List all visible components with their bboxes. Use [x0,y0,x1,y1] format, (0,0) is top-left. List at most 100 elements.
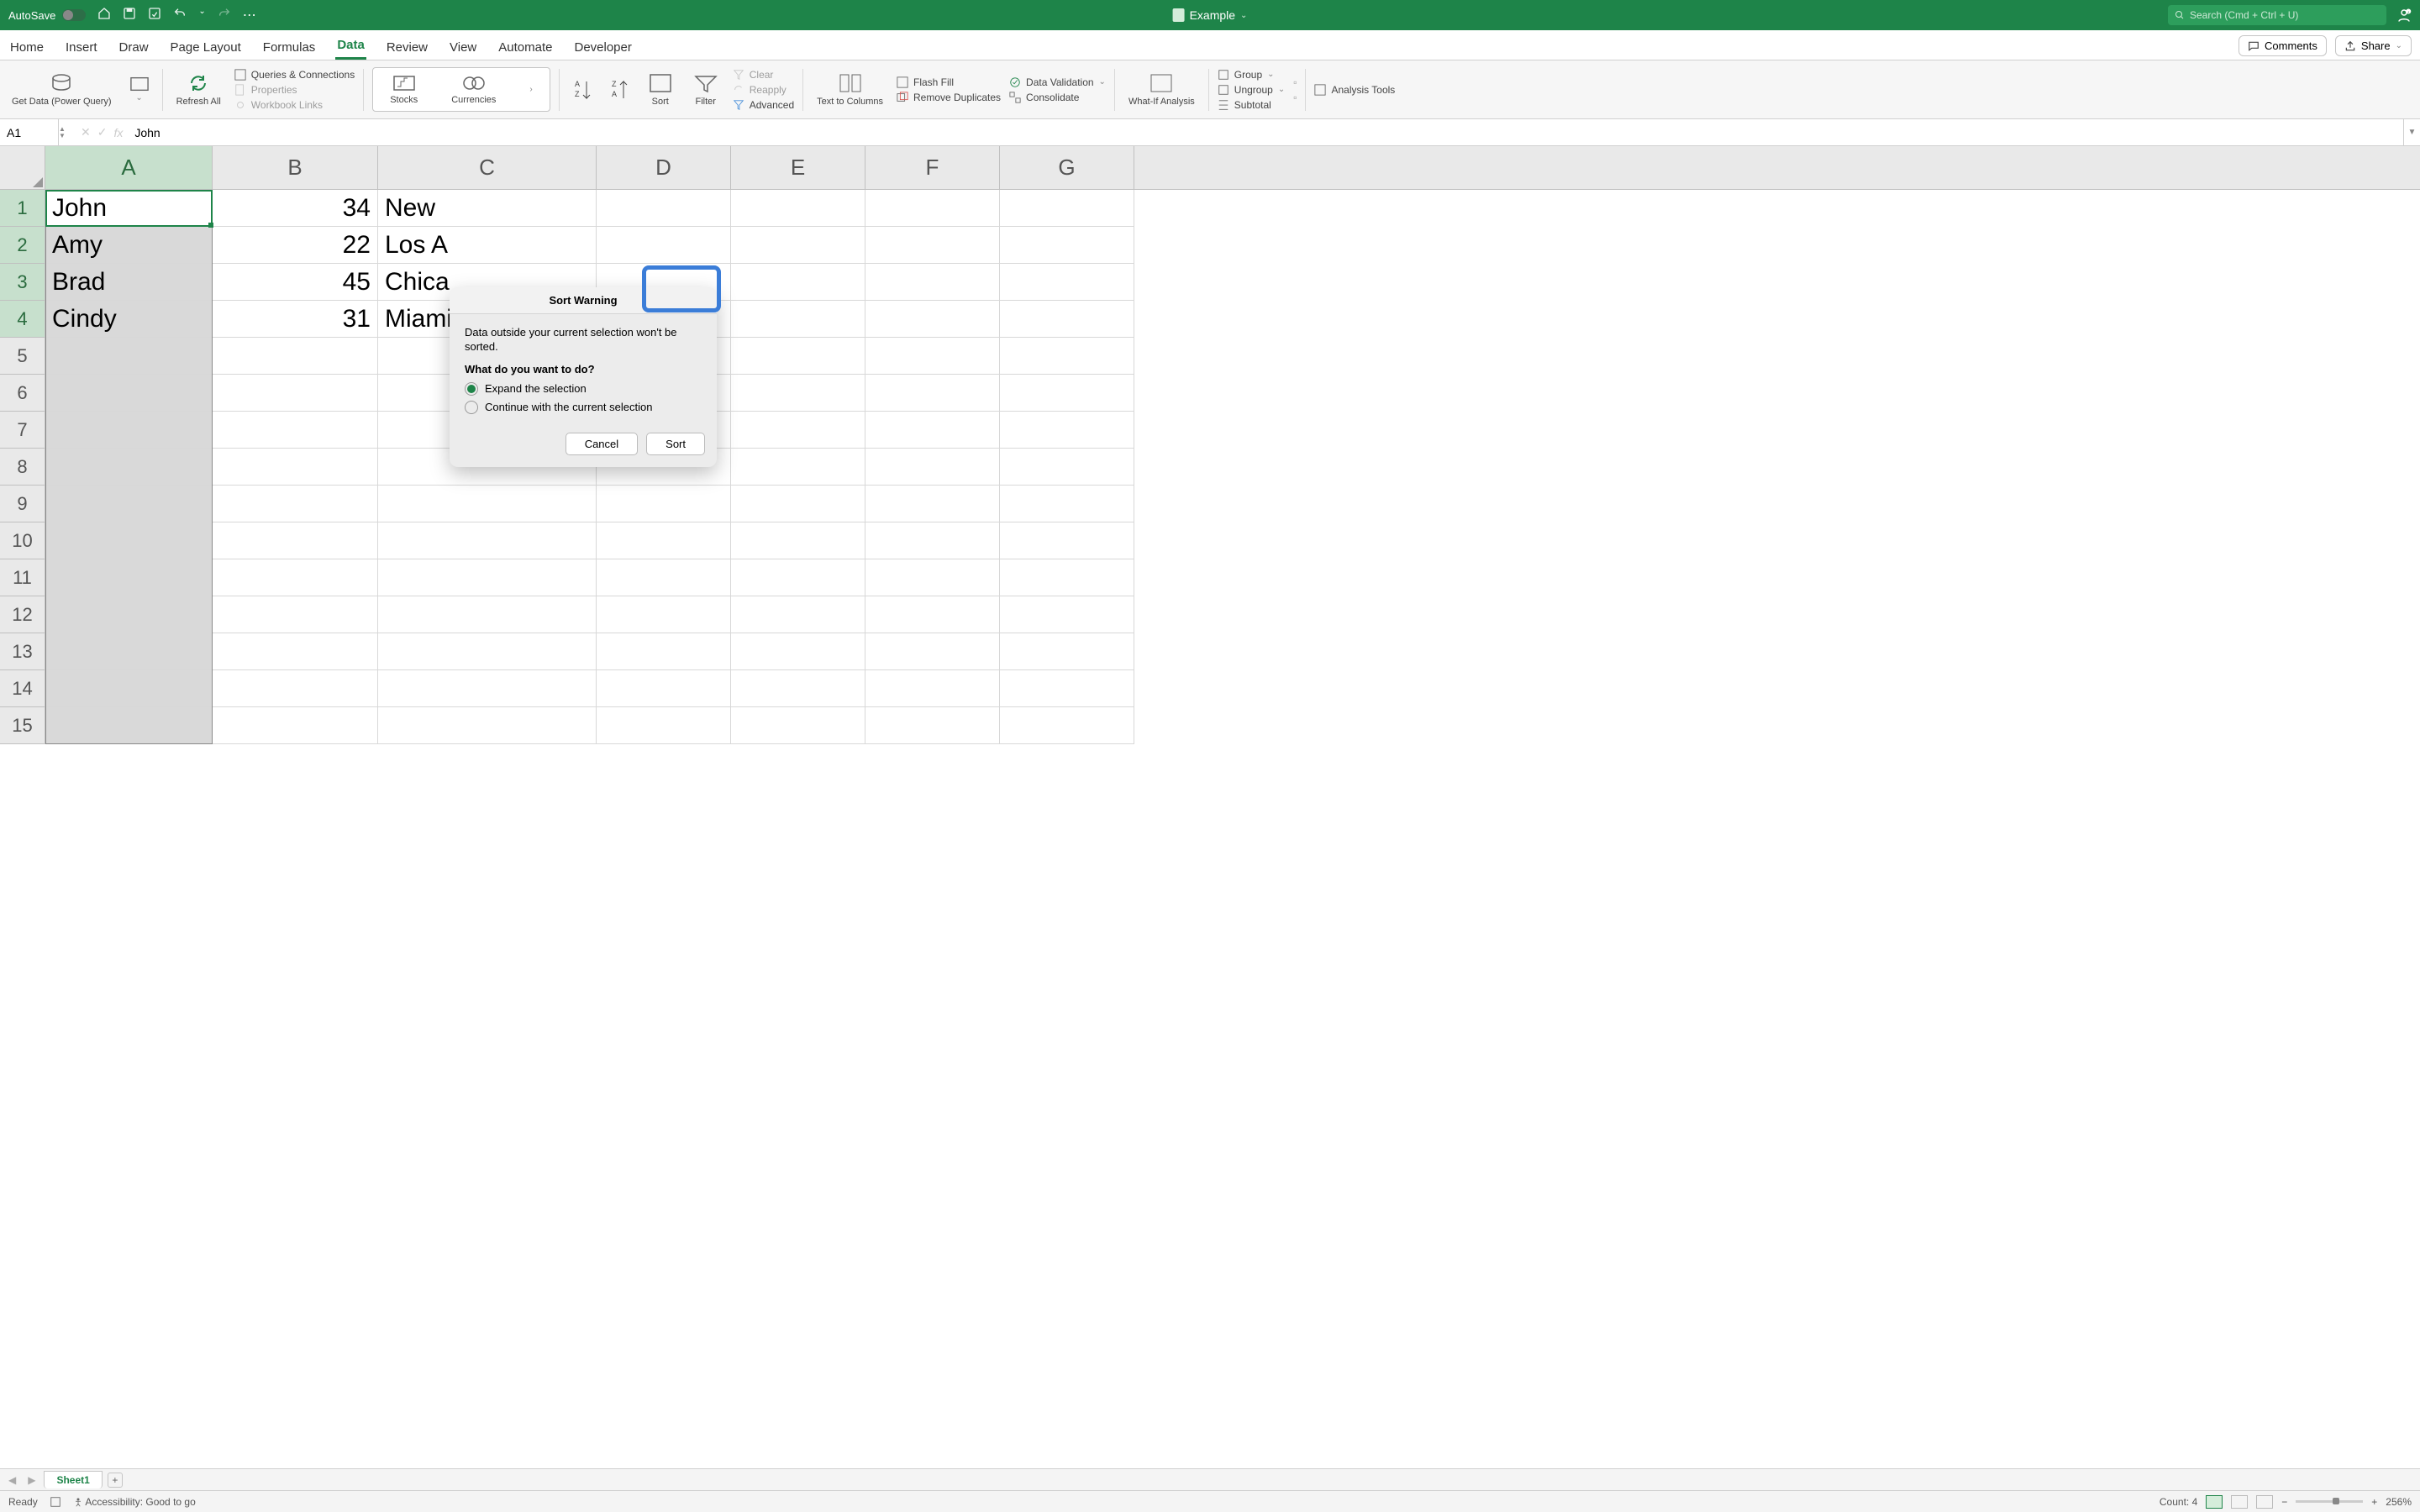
cell-F9[interactable] [865,486,1000,522]
cell-D2[interactable] [597,227,731,264]
cancel-formula-icon[interactable]: ✕ [81,125,91,139]
cell-G5[interactable] [1000,338,1134,375]
cell-C2[interactable]: Los A [378,227,597,264]
cell-B14[interactable] [213,670,378,707]
cell-G6[interactable] [1000,375,1134,412]
row-header-8[interactable]: 8 [0,449,45,486]
search-input[interactable]: Search (Cmd + Ctrl + U) [2168,5,2386,25]
select-all-corner[interactable] [0,146,45,189]
cell-B3[interactable]: 45 [213,264,378,301]
spreadsheet-grid[interactable]: A B C D E F G 1John34New2Amy22Los A3Brad… [0,146,2420,1468]
reapply-button[interactable]: Reapply [733,84,794,96]
document-title[interactable]: Example ⌄ [1173,8,1248,22]
cancel-button[interactable]: Cancel [566,433,638,455]
sort-az-button[interactable]: AZ [568,78,597,102]
col-header-B[interactable]: B [213,146,378,189]
cell-E9[interactable] [731,486,865,522]
col-header-A[interactable]: A [45,146,213,189]
fx-icon[interactable]: fx [113,126,123,139]
chevron-right-icon[interactable]: › [529,85,532,94]
tab-formulas[interactable]: Formulas [261,35,318,60]
col-header-F[interactable]: F [865,146,1000,189]
cell-G8[interactable] [1000,449,1134,486]
cell-F4[interactable] [865,301,1000,338]
cell-A6[interactable] [45,375,213,412]
cell-F11[interactable] [865,559,1000,596]
cell-D13[interactable] [597,633,731,670]
chevron-down-icon[interactable]: ⌄ [1240,11,1247,20]
sheet-tab-sheet1[interactable]: Sheet1 [44,1471,102,1488]
cell-G11[interactable] [1000,559,1134,596]
what-if-button[interactable]: What-If Analysis [1123,71,1200,107]
cell-F10[interactable] [865,522,1000,559]
cell-A14[interactable] [45,670,213,707]
redo-icon[interactable] [218,7,231,20]
cell-E4[interactable] [731,301,865,338]
cell-F12[interactable] [865,596,1000,633]
cell-A8[interactable] [45,449,213,486]
data-types-gallery[interactable]: Stocks Currencies › [372,67,550,111]
cell-D9[interactable] [597,486,731,522]
share-presence-icon[interactable]: + [2396,8,2412,23]
undo-dropdown[interactable]: ⌄ [198,7,205,24]
cell-F8[interactable] [865,449,1000,486]
share-button[interactable]: Share ⌄ [2335,35,2412,56]
sort-za-button[interactable]: ZA [605,78,634,102]
col-header-G[interactable]: G [1000,146,1134,189]
cell-D1[interactable] [597,190,731,227]
advanced-button[interactable]: Advanced [733,99,794,111]
cell-E12[interactable] [731,596,865,633]
tab-developer[interactable]: Developer [572,35,633,60]
row-header-5[interactable]: 5 [0,338,45,375]
flash-fill-button[interactable]: Flash Fill [897,76,1001,88]
subtotal-button[interactable]: Subtotal [1218,99,1285,111]
cell-E15[interactable] [731,707,865,744]
cell-B15[interactable] [213,707,378,744]
col-header-C[interactable]: C [378,146,597,189]
view-page-break[interactable] [2256,1495,2273,1509]
row-header-6[interactable]: 6 [0,375,45,412]
analysis-tools-button[interactable]: Analysis Tools [1314,84,1395,96]
row-header-2[interactable]: 2 [0,227,45,264]
tab-insert[interactable]: Insert [64,35,99,60]
refresh-all-button[interactable]: Refresh All [171,71,226,107]
cell-B6[interactable] [213,375,378,412]
row-header-11[interactable]: 11 [0,559,45,596]
hide-detail-button[interactable]: ▫ [1293,92,1297,103]
cell-A12[interactable] [45,596,213,633]
properties-button[interactable]: Properties [234,84,355,96]
cell-C15[interactable] [378,707,597,744]
cell-A13[interactable] [45,633,213,670]
cell-F6[interactable] [865,375,1000,412]
cell-A2[interactable]: Amy [45,227,213,264]
cell-B5[interactable] [213,338,378,375]
cell-G12[interactable] [1000,596,1134,633]
cell-G15[interactable] [1000,707,1134,744]
cell-C1[interactable]: New [378,190,597,227]
show-detail-button[interactable]: ▫ [1293,76,1297,88]
cell-C11[interactable] [378,559,597,596]
cell-A10[interactable] [45,522,213,559]
consolidate-button[interactable]: Consolidate [1009,92,1106,103]
cell-E7[interactable] [731,412,865,449]
cell-B9[interactable] [213,486,378,522]
add-sheet-button[interactable]: + [108,1473,123,1488]
tab-review[interactable]: Review [385,35,429,60]
expand-formula-bar[interactable]: ▼ [2403,119,2420,145]
cell-B8[interactable] [213,449,378,486]
sheet-nav-prev[interactable]: ◀ [5,1474,19,1486]
cell-D10[interactable] [597,522,731,559]
cell-G4[interactable] [1000,301,1134,338]
cell-C9[interactable] [378,486,597,522]
cell-F15[interactable] [865,707,1000,744]
cell-B11[interactable] [213,559,378,596]
cell-G10[interactable] [1000,522,1134,559]
radio-continue-current[interactable]: Continue with the current selection [465,401,702,414]
cell-B1[interactable]: 34 [213,190,378,227]
cell-G9[interactable] [1000,486,1134,522]
cell-E3[interactable] [731,264,865,301]
cell-F14[interactable] [865,670,1000,707]
radio-expand-selection[interactable]: Expand the selection [465,382,702,396]
data-validation-button[interactable]: Data Validation⌄ [1009,76,1106,88]
text-to-columns-button[interactable]: Text to Columns [812,71,888,107]
